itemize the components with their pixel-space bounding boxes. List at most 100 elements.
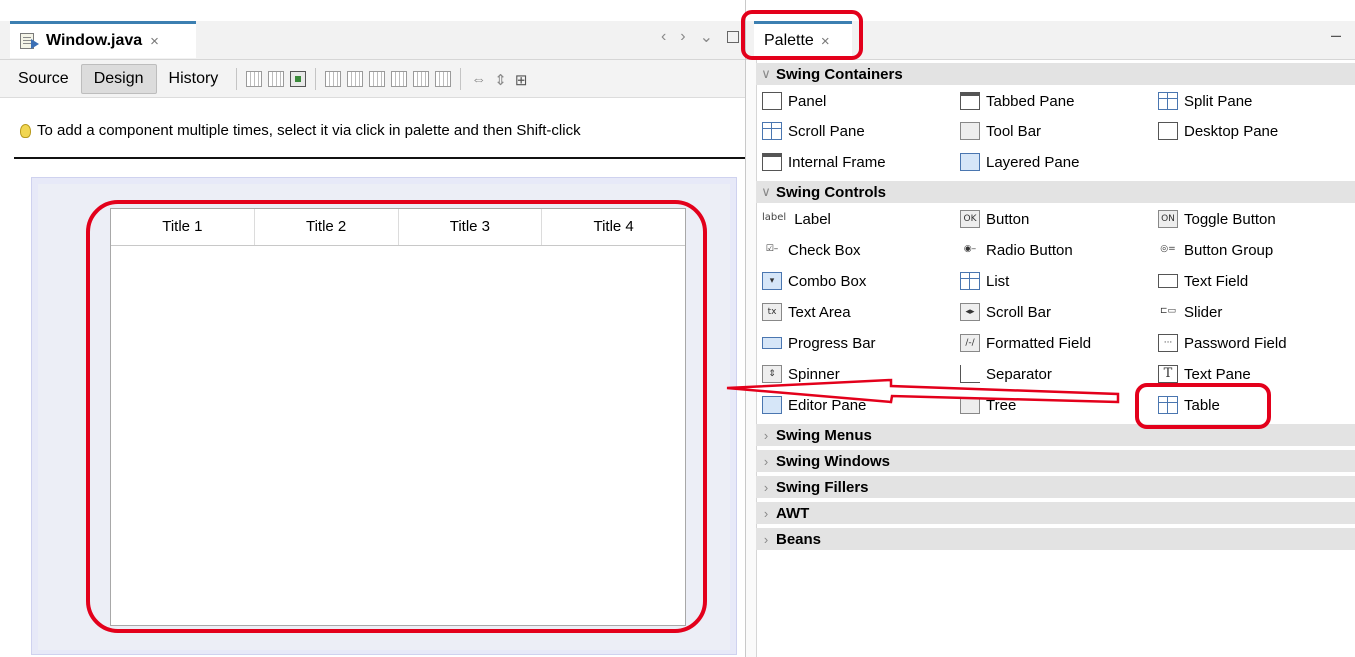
- palette-item-label: Internal Frame: [788, 153, 886, 171]
- scroll-pane-icon: [762, 122, 782, 140]
- palette-item-slider[interactable]: ⊏▭ Slider: [1158, 300, 1222, 324]
- palette-tab[interactable]: Palette ×: [754, 21, 852, 58]
- align-top-icon[interactable]: [391, 70, 408, 87]
- palette-item-spinner[interactable]: ⇕ Spinner: [762, 362, 840, 386]
- layered-pane-icon: [960, 153, 980, 171]
- resize-vertical-icon[interactable]: ⇕: [494, 71, 507, 89]
- palette-item-label: Panel: [788, 92, 827, 110]
- table-column-header[interactable]: Title 2: [255, 209, 399, 245]
- palette-tab-bar: Palette × –: [746, 21, 1355, 60]
- resize-horizontal-icon[interactable]: ⇔: [471, 71, 486, 88]
- editor-tab-bar: Window.java × ‹ › ⌄: [0, 21, 745, 60]
- category-swing-windows[interactable]: › Swing Windows: [756, 450, 1355, 472]
- connection-mode-icon[interactable]: [268, 70, 285, 87]
- palette-item-text-pane[interactable]: T Text Pane: [1158, 362, 1251, 386]
- palette-item-combo-box[interactable]: ▾ Combo Box: [762, 269, 866, 293]
- palette-item-scroll-bar[interactable]: ◂▸ Scroll Bar: [960, 300, 1051, 324]
- palette-item-scroll-pane[interactable]: Scroll Pane: [762, 119, 865, 143]
- palette-item-radio-button[interactable]: ◉– Radio Button: [960, 238, 1073, 262]
- palette-item-toggle-button[interactable]: ON Toggle Button: [1158, 207, 1276, 231]
- chevron-down-icon[interactable]: ⌄: [700, 27, 713, 47]
- maximize-icon[interactable]: [727, 31, 739, 43]
- palette-item-label-component[interactable]: label Label: [762, 207, 831, 231]
- palette-item-layered-pane[interactable]: Layered Pane: [960, 150, 1079, 174]
- align-right-icon[interactable]: [347, 70, 364, 87]
- category-label: Swing Containers: [776, 65, 903, 83]
- palette-item-internal-frame[interactable]: Internal Frame: [762, 150, 886, 174]
- button-group-icon: ◎=: [1160, 244, 1176, 254]
- close-icon[interactable]: ×: [821, 33, 830, 50]
- palette-item-label: Check Box: [788, 241, 861, 259]
- palette-item-check-box[interactable]: ☑– Check Box: [762, 238, 861, 262]
- align-bottom-icon[interactable]: [413, 70, 430, 87]
- palette-item-list[interactable]: List: [960, 269, 1009, 293]
- palette-item-button-group[interactable]: ◎= Button Group: [1158, 238, 1273, 262]
- expand-icon[interactable]: ⊞: [515, 71, 528, 89]
- editor-tab-navigation: ‹ › ⌄: [661, 27, 739, 47]
- table-column-header[interactable]: Title 3: [399, 209, 543, 245]
- palette-item-text-field[interactable]: Text Field: [1158, 269, 1248, 293]
- editor-tab-title: Window.java: [46, 32, 143, 49]
- palette-item-text-area[interactable]: tx Text Area: [762, 300, 851, 324]
- table-column-header[interactable]: Title 1: [111, 209, 255, 245]
- preview-design-icon[interactable]: [290, 70, 307, 87]
- category-swing-controls[interactable]: ∨ Swing Controls: [756, 181, 1355, 203]
- center-vertically-icon[interactable]: [435, 70, 452, 87]
- palette-item-label: Label: [794, 210, 831, 228]
- palette-item-formatted-field[interactable]: /-/ Formatted Field: [960, 331, 1091, 355]
- palette-item-label: Layered Pane: [986, 153, 1080, 171]
- radio-button-icon: ◉–: [963, 244, 977, 254]
- hint-divider: [14, 157, 745, 159]
- category-swing-menus[interactable]: › Swing Menus: [756, 424, 1355, 446]
- palette-item-separator[interactable]: Separator: [960, 362, 1052, 386]
- editor-panel: Window.java × ‹ › ⌄ Source Design Histor…: [0, 0, 746, 657]
- design-toolbar: Source Design History ⇔ ⇕ ⊞: [0, 60, 745, 98]
- palette-item-desktop-pane[interactable]: Desktop Pane: [1158, 119, 1278, 143]
- selection-mode-icon[interactable]: [246, 70, 263, 87]
- table-column-header[interactable]: Title 4: [542, 209, 685, 245]
- tool-bar-icon: [960, 122, 980, 140]
- palette-item-progress-bar[interactable]: Progress Bar: [762, 331, 876, 355]
- source-mode-button[interactable]: Source: [6, 65, 81, 93]
- chevron-right-icon: ›: [763, 505, 769, 521]
- palette-item-label: Split Pane: [1184, 92, 1253, 110]
- palette-item-label: Text Field: [1184, 272, 1249, 290]
- palette-item-label: Radio Button: [986, 241, 1073, 259]
- palette-item-label: Progress Bar: [788, 334, 876, 352]
- category-beans[interactable]: › Beans: [756, 528, 1355, 550]
- category-awt[interactable]: › AWT: [756, 502, 1355, 524]
- palette-item-button[interactable]: OK Button: [960, 207, 1029, 231]
- palette-hint: To add a component multiple times, selec…: [20, 122, 745, 139]
- category-swing-containers[interactable]: ∨ Swing Containers: [756, 63, 1355, 85]
- editor-tab-window-java[interactable]: Window.java ×: [10, 21, 196, 58]
- palette-item-label: Tree: [986, 396, 1017, 414]
- palette-item-password-field[interactable]: ··· Password Field: [1158, 331, 1287, 355]
- palette-item-label: Desktop Pane: [1184, 122, 1279, 140]
- palette-item-tree[interactable]: Tree: [960, 393, 1016, 417]
- check-box-icon: ☑–: [765, 244, 779, 254]
- palette-item-tool-bar[interactable]: Tool Bar: [960, 119, 1041, 143]
- center-horizontally-icon[interactable]: [369, 70, 386, 87]
- palette-item-tabbed-pane[interactable]: Tabbed Pane: [960, 89, 1074, 113]
- text-pane-icon: T: [1158, 365, 1178, 383]
- close-icon[interactable]: ×: [150, 33, 159, 50]
- palette-item-label: Text Pane: [1184, 365, 1251, 383]
- palette-item-split-pane[interactable]: Split Pane: [1158, 89, 1252, 113]
- toggle-button-icon: ON: [1158, 210, 1178, 228]
- lightbulb-icon: [20, 123, 31, 138]
- palette-item-label: Spinner: [788, 365, 840, 383]
- chevron-left-icon[interactable]: ‹: [661, 28, 666, 46]
- palette-item-label: Separator: [986, 365, 1052, 383]
- design-mode-button[interactable]: Design: [80, 63, 157, 94]
- minimize-icon[interactable]: –: [1331, 25, 1341, 46]
- editor-pane-icon: [762, 396, 782, 414]
- history-mode-button[interactable]: History: [157, 65, 231, 93]
- progress-bar-icon: [762, 337, 782, 349]
- jtable-component[interactable]: Title 1 Title 2 Title 3 Title 4: [110, 208, 686, 626]
- palette-item-table[interactable]: Table: [1158, 393, 1220, 417]
- align-left-icon[interactable]: [325, 70, 342, 87]
- chevron-right-icon[interactable]: ›: [680, 28, 685, 46]
- category-swing-fillers[interactable]: › Swing Fillers: [756, 476, 1355, 498]
- palette-item-panel[interactable]: Panel: [762, 89, 826, 113]
- palette-item-editor-pane[interactable]: Editor Pane: [762, 393, 866, 417]
